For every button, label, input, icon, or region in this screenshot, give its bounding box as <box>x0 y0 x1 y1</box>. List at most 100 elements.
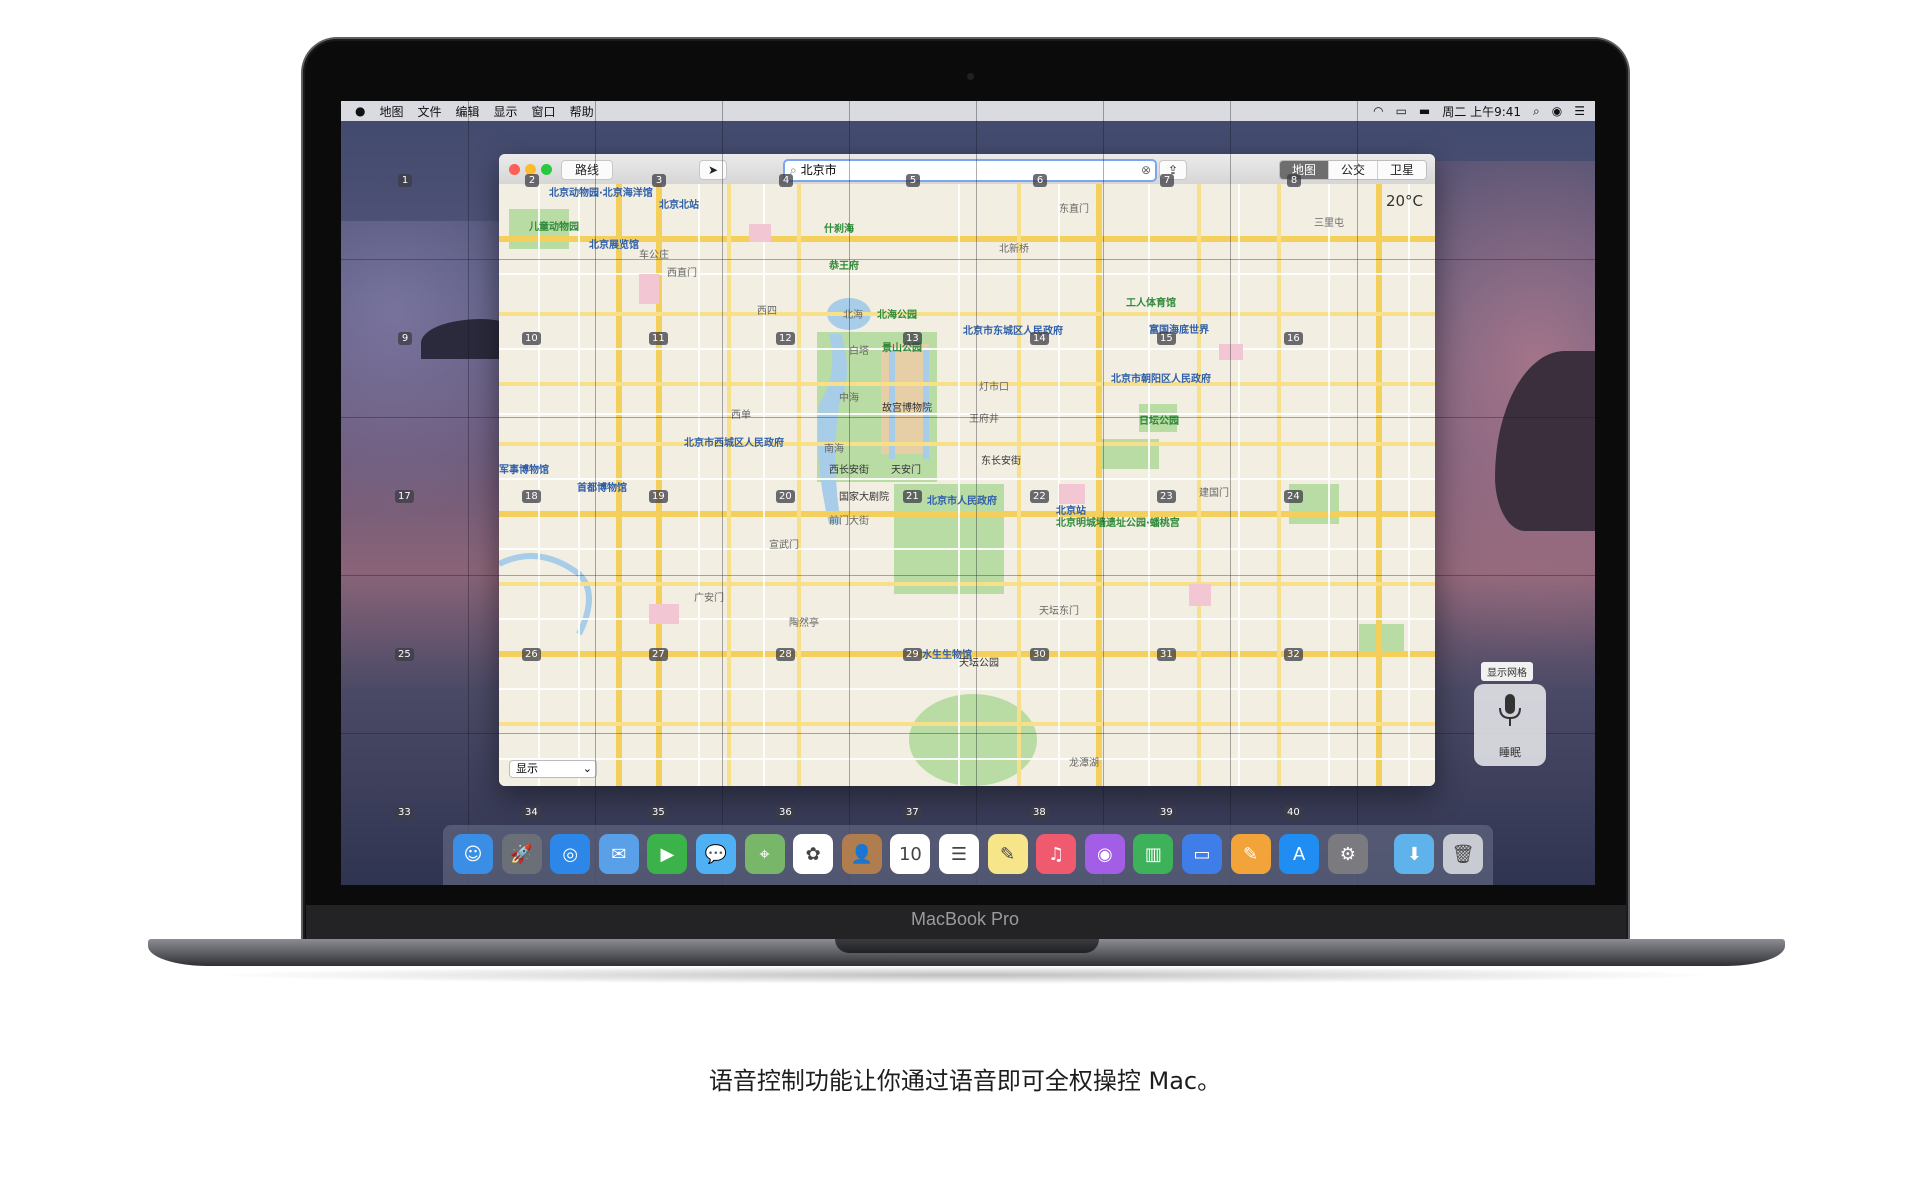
apple-menu-icon[interactable]: ● <box>355 104 365 118</box>
map-poi[interactable]: 北京展览馆 <box>589 236 639 251</box>
grid-label[interactable]: 5 <box>906 174 920 187</box>
map-poi[interactable]: 灯市口 <box>979 378 1009 393</box>
tab-satellite[interactable]: 卫星 <box>1376 161 1426 179</box>
map-poi[interactable]: 首都博物馆 <box>577 479 627 494</box>
launchpad-icon[interactable]: 🚀 <box>501 834 542 874</box>
close-button[interactable] <box>509 164 520 175</box>
clear-search-icon[interactable]: ⊗ <box>1141 161 1151 180</box>
grid-label[interactable]: 12 <box>776 332 795 345</box>
map-poi[interactable]: 北海 <box>843 306 863 321</box>
tab-transit[interactable]: 公交 <box>1327 161 1377 179</box>
pages-icon[interactable]: ✎ <box>1230 834 1271 874</box>
grid-label[interactable]: 28 <box>776 648 795 661</box>
app-store-icon[interactable]: A <box>1279 834 1320 874</box>
search-field[interactable]: ⌕ 北京市 ⊗ <box>783 159 1157 182</box>
grid-label[interactable]: 8 <box>1287 174 1301 187</box>
map-poi[interactable]: 故宫博物院 <box>882 399 932 414</box>
grid-label[interactable]: 38 <box>1030 806 1049 819</box>
map-poi[interactable]: 北京明城墙遗址公园·蟠桃宫 <box>1056 514 1180 529</box>
grid-label[interactable]: 34 <box>522 806 541 819</box>
grid-label[interactable]: 22 <box>1030 490 1049 503</box>
siri-icon[interactable]: ◉ <box>1552 104 1562 118</box>
map-poi[interactable]: 白塔 <box>849 342 869 357</box>
reminders-icon[interactable]: ☰ <box>939 834 979 874</box>
map-poi[interactable]: 东直门 <box>1059 200 1089 215</box>
grid-label[interactable]: 6 <box>1033 174 1047 187</box>
messages-icon[interactable]: 💬 <box>696 834 736 874</box>
clock[interactable]: 周二 上午9:41 <box>1442 103 1521 120</box>
grid-label[interactable]: 40 <box>1284 806 1303 819</box>
map-poi[interactable]: 北海公园 <box>877 306 917 321</box>
map-poi[interactable]: 东长安街 <box>981 452 1021 467</box>
grid-label[interactable]: 25 <box>395 648 414 661</box>
grid-label[interactable]: 26 <box>522 648 541 661</box>
contacts-icon[interactable]: 👤 <box>841 834 882 874</box>
grid-label[interactable]: 37 <box>903 806 922 819</box>
notification-center-icon[interactable]: ☰ <box>1574 104 1585 118</box>
map-poi[interactable]: 西单 <box>731 406 751 421</box>
trash-icon[interactable]: 🗑 <box>1443 834 1483 874</box>
wifi-icon[interactable]: ◠ <box>1373 104 1383 118</box>
grid-label[interactable]: 39 <box>1157 806 1176 819</box>
grid-label[interactable]: 15 <box>1157 332 1176 345</box>
facetime-icon[interactable]: ▶ <box>647 834 688 874</box>
safari-icon[interactable]: ◎ <box>550 834 591 874</box>
map-poi[interactable]: 建国门 <box>1199 484 1229 499</box>
keynote-icon[interactable]: ▭ <box>1182 834 1222 874</box>
map-poi[interactable]: 军事博物馆 <box>499 461 549 476</box>
grid-label[interactable]: 36 <box>776 806 795 819</box>
map-poi[interactable]: 北京市朝阳区人民政府 <box>1111 370 1211 385</box>
finder-icon[interactable]: ☺ <box>453 834 493 874</box>
map-poi[interactable]: 日坛公园 <box>1139 412 1179 427</box>
grid-label[interactable]: 3 <box>652 174 666 187</box>
grid-label[interactable]: 24 <box>1284 490 1303 503</box>
grid-label[interactable]: 29 <box>903 648 922 661</box>
maps-icon[interactable]: ⌖ <box>744 834 785 874</box>
notes-icon[interactable]: ✎ <box>987 834 1028 874</box>
podcasts-icon[interactable]: ◉ <box>1084 834 1125 874</box>
map-poi[interactable]: 西四 <box>757 302 777 317</box>
map-poi[interactable]: 三里屯 <box>1314 214 1344 229</box>
menu-item-file[interactable]: 文件 <box>418 103 442 120</box>
map-poi[interactable]: 北京动物园·北京海洋馆 <box>549 184 653 199</box>
grid-label[interactable]: 10 <box>522 332 541 345</box>
map-poi[interactable]: 北新桥 <box>999 240 1029 255</box>
menu-item-maps[interactable]: 地图 <box>379 103 403 120</box>
grid-label[interactable]: 31 <box>1157 648 1176 661</box>
grid-label[interactable]: 2 <box>525 174 539 187</box>
map-poi[interactable]: 北京市人民政府 <box>927 492 997 507</box>
menu-item-help[interactable]: 帮助 <box>570 103 594 120</box>
show-select[interactable]: 显示 ⌄ <box>509 760 597 778</box>
map-poi[interactable]: 龙潭湖 <box>1069 754 1099 769</box>
route-button[interactable]: 路线 <box>561 160 613 180</box>
calendar-icon[interactable]: 10 <box>890 834 931 874</box>
grid-label[interactable]: 19 <box>649 490 668 503</box>
grid-label[interactable]: 35 <box>649 806 668 819</box>
grid-label[interactable]: 11 <box>649 332 668 345</box>
map-canvas[interactable]: 20°C 北京动物园·北京海洋馆 北京北站 儿童动物园 北京展览馆 什刹海 恭王… <box>499 184 1435 786</box>
grid-label[interactable]: 14 <box>1030 332 1049 345</box>
grid-label[interactable]: 23 <box>1157 490 1176 503</box>
map-poi[interactable]: 北京市西城区人民政府 <box>684 434 784 449</box>
downloads-folder-icon[interactable]: ⬇ <box>1394 834 1435 874</box>
photos-icon[interactable]: ✿ <box>793 834 834 874</box>
map-poi[interactable]: 宣武门 <box>769 536 799 551</box>
grid-label[interactable]: 17 <box>395 490 414 503</box>
mail-icon[interactable]: ✉ <box>598 834 639 874</box>
grid-label[interactable]: 18 <box>522 490 541 503</box>
grid-label[interactable]: 20 <box>776 490 795 503</box>
spotlight-icon[interactable]: ⌕ <box>1533 104 1540 119</box>
battery-icon[interactable]: ▬ <box>1419 104 1430 118</box>
map-poi[interactable]: 天安门 <box>891 461 921 476</box>
menu-item-window[interactable]: 窗口 <box>532 103 556 120</box>
search-input[interactable]: 北京市 <box>801 163 837 177</box>
map-poi[interactable]: 广安门 <box>694 589 724 604</box>
grid-label[interactable]: 30 <box>1030 648 1049 661</box>
grid-label[interactable]: 13 <box>903 332 922 345</box>
grid-label[interactable]: 21 <box>903 490 922 503</box>
map-poi[interactable]: 工人体育馆 <box>1126 294 1176 309</box>
map-poi[interactable]: 儿童动物园 <box>529 218 579 233</box>
map-poi[interactable]: 南海 <box>824 440 844 455</box>
voice-control-panel[interactable]: 睡眠 <box>1474 684 1546 766</box>
grid-label[interactable]: 27 <box>649 648 668 661</box>
